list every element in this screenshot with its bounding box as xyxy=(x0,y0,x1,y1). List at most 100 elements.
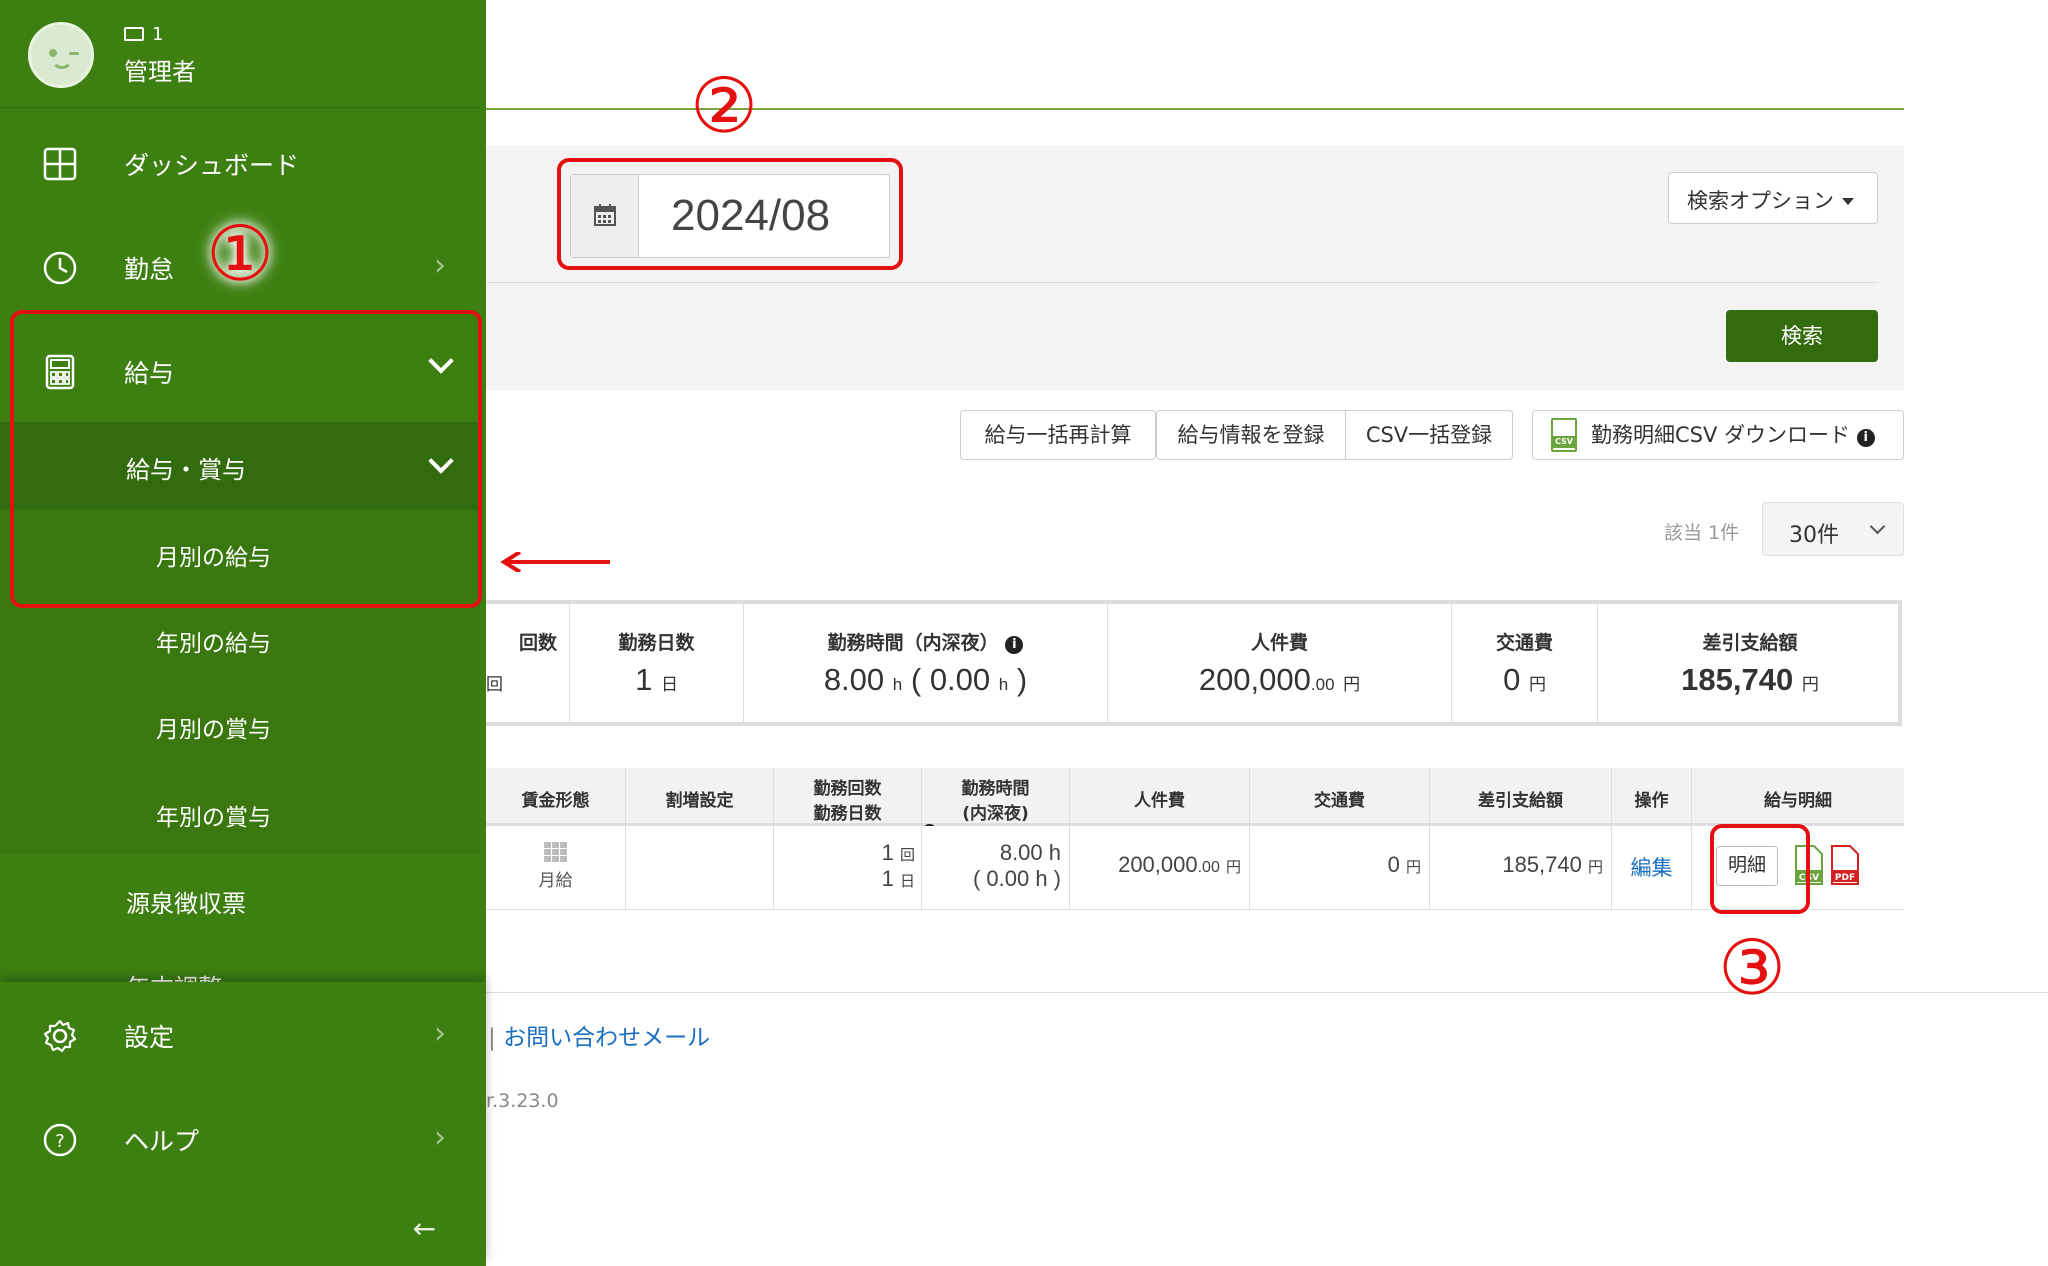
work-days-unit: 日 xyxy=(660,675,678,694)
sidebar-item-help[interactable]: ? ヘルプ › xyxy=(0,1086,480,1190)
wage-type-value: 月給 xyxy=(538,871,573,890)
work-hours-value: 8.00 xyxy=(823,662,885,697)
yen-unit: 円 xyxy=(1528,675,1546,694)
search-button[interactable]: 検索 xyxy=(1726,310,1878,362)
header-premium: 割増設定 xyxy=(665,791,734,811)
transport-value: 0 xyxy=(1503,662,1521,697)
sidebar-item-monthly-bonus[interactable]: 月別の賞与 xyxy=(0,682,480,768)
header-transport: 交通費 xyxy=(1314,791,1365,811)
panel-divider xyxy=(486,282,1878,283)
summary-transport: 交通費 0 円 xyxy=(1452,604,1598,722)
id-card-icon xyxy=(124,27,144,41)
caret-down-icon xyxy=(1842,198,1854,205)
sidebar-item-label: 勤怠 xyxy=(124,255,175,284)
csv-download-button[interactable]: CSV 勤務明細CSV ダウンロード i xyxy=(1532,410,1904,460)
register-button[interactable]: 給与情報を登録 xyxy=(1156,410,1346,460)
sidebar-item-withholding[interactable]: 源泉徴収票 xyxy=(0,854,480,942)
search-options-label: 検索オプション xyxy=(1687,189,1834,213)
result-count: 該当 1件 xyxy=(1664,522,1740,544)
csv-file-icon: CSV xyxy=(1551,418,1577,452)
summary-labor-cost: 人件費 200,000.00 円 xyxy=(1108,604,1452,722)
chevron-right-icon: › xyxy=(434,248,446,283)
highlight-detail-button xyxy=(1710,824,1810,914)
labor-cost-cell-value: 200,000 xyxy=(1118,852,1198,877)
user-profile[interactable]: 1 管理者 xyxy=(0,0,480,108)
sidebar-item-settings[interactable]: 設定 › xyxy=(0,982,480,1086)
work-days-cell-value: 1 xyxy=(881,866,894,891)
annotation-three: ③ xyxy=(1718,923,1787,1012)
work-time-value: 8.00 h xyxy=(999,840,1061,865)
dashboard-icon xyxy=(43,147,77,181)
summary-work-hours: 勤務時間（内深夜） i 8.00 h ( 0.00 h ) xyxy=(744,604,1108,722)
gear-icon xyxy=(43,1019,77,1053)
footer-links: | お問い合わせメール xyxy=(488,1018,710,1052)
hours-unit: h xyxy=(892,675,903,694)
arrow-left-icon xyxy=(500,552,610,572)
payroll-table: 賃金形態 割増設定 勤務回数勤務日数 勤務時間(内深夜) i 人件費 交通費 差… xyxy=(486,768,1904,910)
header-payslip: 給与明細 xyxy=(1764,791,1832,811)
yen-unit: 円 xyxy=(1587,859,1603,876)
labor-cost-cell-decimal: .00 xyxy=(1197,859,1220,876)
info-icon[interactable]: i xyxy=(1005,636,1024,654)
net-pay-cell-value: 185,740 xyxy=(1502,852,1582,877)
svg-text:?: ? xyxy=(55,1131,65,1152)
user-name: 管理者 xyxy=(124,58,196,86)
search-options-button[interactable]: 検索オプション xyxy=(1668,172,1878,224)
grid-icon xyxy=(543,842,568,864)
header-work-days: 勤務日数 xyxy=(813,804,882,824)
work-days-header: 勤務日数 xyxy=(618,632,695,654)
footer-divider xyxy=(486,992,2048,993)
yen-unit: 円 xyxy=(1405,859,1421,876)
labor-cost-value: 200,000 xyxy=(1198,662,1311,697)
highlight-month-picker xyxy=(557,158,903,270)
transport-header: 交通費 xyxy=(1495,632,1553,654)
hours-unit: h xyxy=(998,675,1009,694)
yen-unit: 円 xyxy=(1225,859,1241,876)
chevron-right-icon: › xyxy=(434,1016,446,1051)
help-icon: ? xyxy=(43,1123,77,1157)
csv-register-button[interactable]: CSV一括登録 xyxy=(1345,410,1513,460)
annotation-two: ② xyxy=(690,61,759,150)
info-icon[interactable]: i xyxy=(1856,429,1875,447)
sidebar-item-label: 月別の賞与 xyxy=(156,717,271,743)
sidebar-item-label: 設定 xyxy=(124,1023,175,1052)
recalc-button[interactable]: 給与一括再計算 xyxy=(960,410,1156,460)
version-label: r.3.23.0 xyxy=(486,1090,559,1112)
days-unit: 日 xyxy=(899,873,915,890)
user-id: 1 xyxy=(124,24,163,45)
summary-count: 回数 回 xyxy=(486,604,570,722)
user-id-value: 1 xyxy=(152,24,164,45)
net-pay-header: 差引支給額 xyxy=(1702,632,1798,654)
sidebar-item-yearly-salary[interactable]: 年別の給与 xyxy=(0,596,480,682)
per-page-select[interactable]: 30件 xyxy=(1762,502,1904,556)
header-wage-type: 賃金形態 xyxy=(521,791,590,811)
transport-cell-value: 0 xyxy=(1387,852,1400,877)
yen-unit: 円 xyxy=(1343,675,1361,694)
yen-unit: 円 xyxy=(1801,675,1819,694)
chevron-down-icon xyxy=(1869,518,1886,535)
table-header: 賃金形態 割増設定 勤務回数勤務日数 勤務時間(内深夜) i 人件費 交通費 差… xyxy=(486,768,1904,839)
summary-net-pay: 差引支給額 185,740 円 xyxy=(1598,604,1902,722)
sidebar-item-label: 年別の賞与 xyxy=(156,805,271,831)
sidebar-item-year-end[interactable]: 年末調整 xyxy=(0,942,480,986)
sidebar-item-dashboard[interactable]: ダッシュボード xyxy=(0,110,480,214)
pdf-icon-text: PDF xyxy=(1835,873,1855,883)
sidebar: 1 管理者 ダッシュボード 勤怠 › 給与 給与・賞与 月別の給与 年別の給与 xyxy=(0,0,486,1266)
count-unit: 回 xyxy=(899,847,915,864)
work-hours-header: 勤務時間（内深夜） xyxy=(827,632,999,654)
sidebar-item-label: 源泉徴収票 xyxy=(126,890,246,918)
edit-link[interactable]: 編集 xyxy=(1612,852,1691,882)
csv-download-label: 勤務明細CSV ダウンロード xyxy=(1591,423,1851,447)
page: 2024/08 検索オプション 検索 給与一括再計算 給与情報を登録 CSV一括… xyxy=(0,0,2048,1266)
sidebar-item-label: ダッシュボード xyxy=(124,151,300,180)
summary-count-header: 回数 xyxy=(518,632,557,654)
clock-icon xyxy=(43,251,77,285)
footer-separator: | xyxy=(488,1025,496,1051)
pdf-download-icon[interactable]: PDF xyxy=(1830,844,1860,886)
contact-mail-link[interactable]: お問い合わせメール xyxy=(503,1025,710,1051)
table-row: 月給 1 回 1 日 8.00 h ( 0.00 h ) 200,000.00 … xyxy=(486,826,1904,910)
per-page-value: 30件 xyxy=(1789,523,1839,548)
sidebar-item-yearly-bonus[interactable]: 年別の賞与 xyxy=(0,768,480,854)
header-net-pay: 差引支給額 xyxy=(1478,791,1563,811)
collapse-sidebar-icon[interactable]: ← xyxy=(413,1212,436,1245)
